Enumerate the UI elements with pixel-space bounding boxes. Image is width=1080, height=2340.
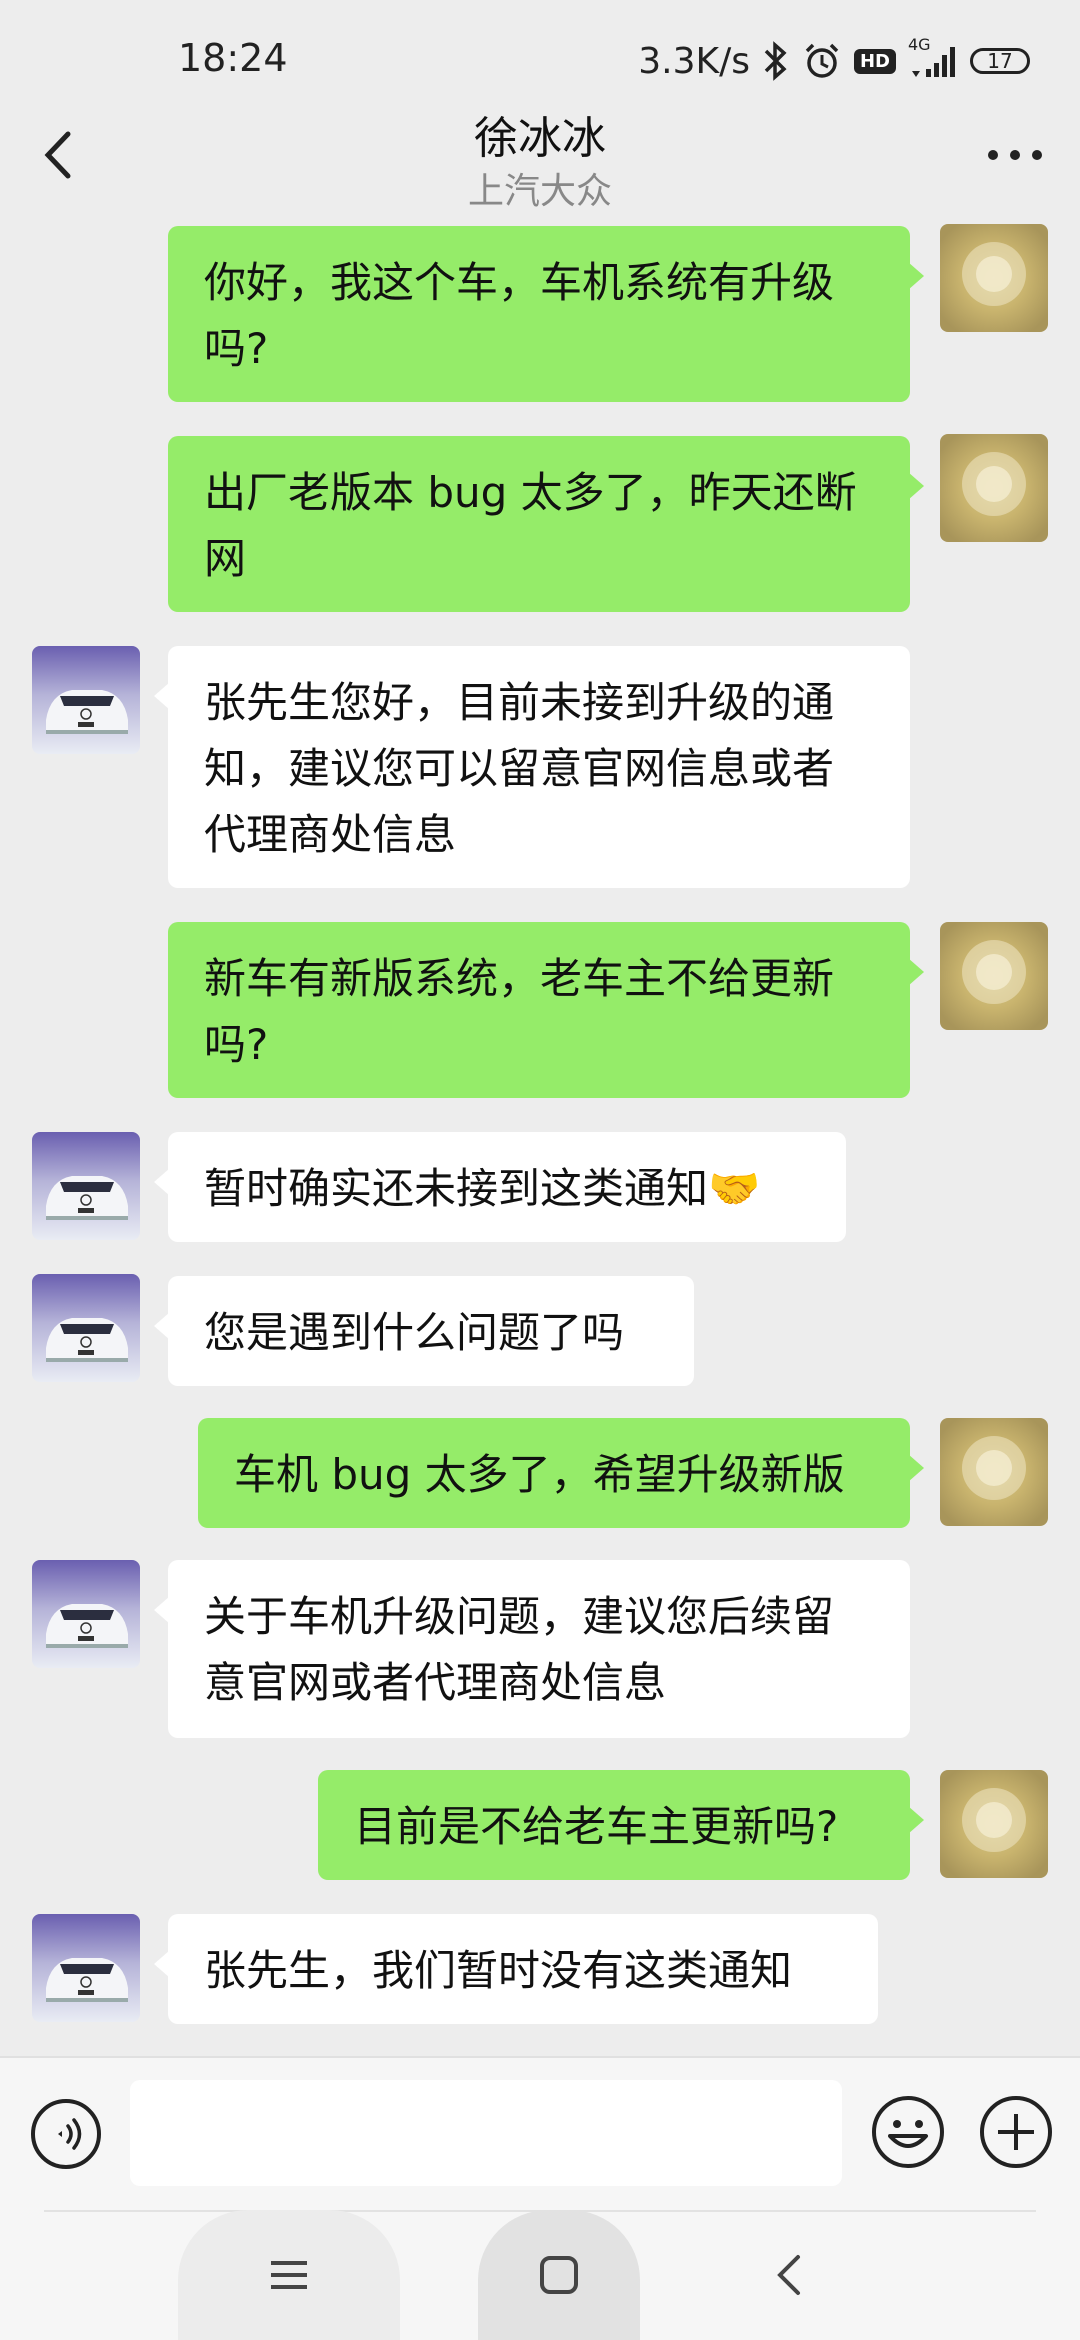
chat-title: 徐冰冰 — [474, 113, 606, 164]
battery-level: 17 — [987, 49, 1013, 73]
status-time: 18:24 — [178, 36, 288, 80]
my-avatar[interactable] — [940, 1770, 1048, 1878]
emoji-icon — [872, 2096, 944, 2168]
message-bubble-sent[interactable]: 目前是不给老车主更新吗? — [318, 1770, 924, 1880]
emoji-button[interactable] — [870, 2094, 946, 2170]
system-nav-bar — [0, 2210, 1080, 2340]
plus-icon — [980, 2096, 1052, 2168]
message-bubble-sent[interactable]: 新车有新版系统，老车主不给更新吗? — [168, 922, 924, 1098]
home-button[interactable] — [478, 2210, 640, 2340]
recents-button[interactable] — [178, 2210, 400, 2340]
bluetooth-icon — [762, 41, 790, 81]
my-avatar[interactable] — [940, 224, 1048, 332]
my-avatar[interactable] — [940, 922, 1048, 1030]
message-bubble-received[interactable]: 您是遇到什么问题了吗 — [154, 1276, 694, 1386]
more-dots-icon — [988, 150, 1042, 160]
status-indicators: 3.3K/s HD 4G 17 — [638, 35, 1030, 86]
more-functions-button[interactable] — [978, 2094, 1054, 2170]
message-bubble-received[interactable]: 张先生您好，目前未接到升级的通知，建议您可以留意官网信息或者代理商处信息 — [154, 646, 910, 888]
contact-avatar[interactable] — [32, 1274, 140, 1382]
message-bubble-received[interactable]: 暂时确实还未接到这类通知🤝 — [154, 1132, 846, 1242]
home-icon — [540, 2256, 578, 2294]
message-bubble-received[interactable]: 张先生，我们暂时没有这类通知 — [154, 1914, 878, 2024]
message-bubble-sent[interactable]: 出厂老版本 bug 太多了，昨天还断网 — [168, 436, 924, 612]
chat-header: 徐冰冰 上汽大众 — [0, 90, 1080, 220]
net-speed: 3.3K/s — [638, 40, 750, 82]
voice-icon — [31, 2099, 101, 2169]
message-input[interactable] — [130, 2080, 842, 2186]
network-type: 4G — [908, 35, 931, 54]
voice-button[interactable] — [30, 2098, 102, 2170]
back-icon — [777, 2255, 800, 2295]
signal-icon: 4G — [908, 35, 958, 81]
system-back-button[interactable] — [720, 2210, 860, 2340]
message-bubble-received[interactable]: 关于车机升级问题，建议您后续留意官网或者代理商处信息 — [154, 1560, 910, 1738]
contact-avatar[interactable] — [32, 1560, 140, 1668]
contact-avatar[interactable] — [32, 1914, 140, 2022]
contact-avatar[interactable] — [32, 646, 140, 754]
message-bubble-sent[interactable]: 你好，我这个车，车机系统有升级吗? — [168, 226, 924, 402]
battery-icon: 17 — [970, 48, 1030, 74]
input-bar — [0, 2056, 1080, 2212]
message-bubble-sent[interactable]: 车机 bug 太多了，希望升级新版 — [198, 1418, 924, 1528]
my-avatar[interactable] — [940, 1418, 1048, 1526]
hd-icon: HD — [853, 48, 896, 74]
my-avatar[interactable] — [940, 434, 1048, 542]
chat-subtitle: 上汽大众 — [467, 171, 612, 212]
alarm-icon — [802, 41, 842, 81]
menu-icon — [271, 2261, 307, 2289]
more-options-button[interactable] — [980, 120, 1050, 190]
contact-avatar[interactable] — [32, 1132, 140, 1240]
